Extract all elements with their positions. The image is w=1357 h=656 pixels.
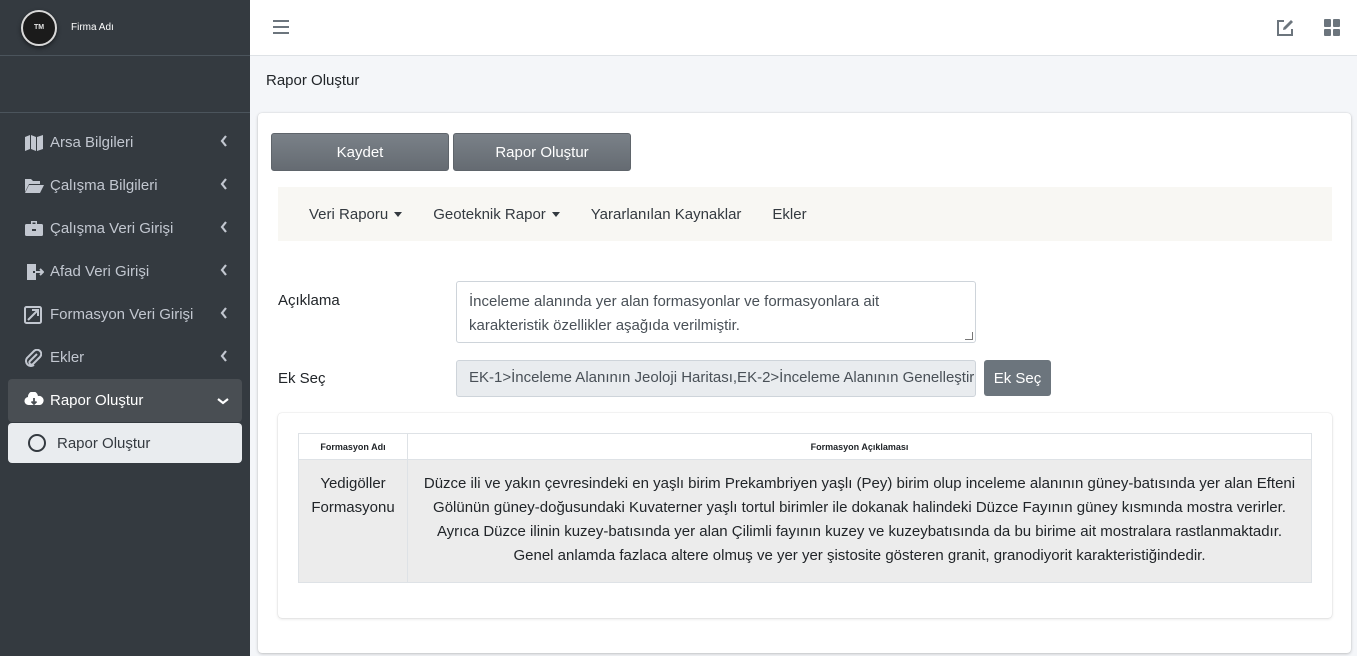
sidebar-item-formasyon-veri-girisi[interactable]: Formasyon Veri Girişi	[8, 293, 242, 336]
sidebar: TM Firma Adı Arsa Bilgileri Çalışma Bilg…	[0, 0, 250, 656]
sidebar-item-label: Afad Veri Girişi	[50, 263, 150, 280]
sidebar-item-label: Formasyon Veri Girişi	[50, 306, 194, 323]
sidebar-item-label: Ekler	[50, 349, 85, 366]
caret-down-icon	[394, 211, 403, 217]
sidebar-item-label: Çalışma Veri Girişi	[50, 220, 174, 237]
sidebar-item-calisma-veri-girisi[interactable]: Çalışma Veri Girişi	[8, 207, 242, 250]
attachment-input[interactable]: EK-1>İnceleme Alanının Jeoloji Haritası,…	[456, 360, 976, 397]
description-text: İnceleme alanında yer alan formasyonlar …	[469, 293, 880, 334]
briefcase-icon	[24, 220, 46, 238]
select-attachment-button[interactable]: Ek Seç	[984, 360, 1051, 396]
paperclip-icon	[24, 348, 46, 367]
sidebar-nav: Arsa Bilgileri Çalışma Bilgileri Çalışma…	[0, 113, 250, 463]
column-header-description: Formasyon Açıklaması	[407, 433, 1312, 460]
chevron-left-icon	[220, 307, 227, 319]
edit-icon[interactable]	[1275, 18, 1295, 38]
create-report-button[interactable]: Rapor Oluştur	[453, 133, 631, 171]
circle-icon	[28, 434, 46, 452]
folder-open-icon	[24, 177, 46, 195]
sidebar-subitem-rapor-olustur[interactable]: Rapor Oluştur	[8, 423, 242, 463]
sidebar-item-afad-veri-girisi[interactable]: Afad Veri Girişi	[8, 250, 242, 293]
brand-logo: TM	[21, 9, 57, 46]
attachment-label: Ek Seç	[278, 370, 326, 387]
chevron-left-icon	[220, 178, 227, 190]
brand[interactable]: TM Firma Adı	[0, 0, 250, 56]
grid-icon[interactable]	[1324, 19, 1341, 36]
user-panel	[0, 56, 250, 113]
column-header-name: Formasyon Adı	[298, 433, 408, 460]
tab-yararlanilan-kaynaklar[interactable]: Yararlanılan Kaynaklar	[591, 206, 742, 223]
save-button[interactable]: Kaydet	[271, 133, 449, 171]
caret-down-icon	[551, 211, 560, 217]
formation-table: Formasyon Adı Formasyon Açıklaması Yedig…	[298, 433, 1312, 583]
table-header-row: Formasyon Adı Formasyon Açıklaması	[298, 433, 1312, 460]
sign-in-icon	[24, 263, 46, 281]
report-tabs: Veri Raporu Geoteknik Rapor Yararlanılan…	[278, 187, 1332, 241]
sidebar-item-ekler[interactable]: Ekler	[8, 336, 242, 379]
sidebar-item-label: Çalışma Bilgileri	[50, 177, 158, 194]
chevron-left-icon	[220, 350, 227, 362]
sidebar-item-calisma-bilgileri[interactable]: Çalışma Bilgileri	[8, 164, 242, 207]
sidebar-item-arsa-bilgileri[interactable]: Arsa Bilgileri	[8, 121, 242, 164]
tab-geoteknik-rapor[interactable]: Geoteknik Rapor	[433, 206, 560, 223]
formation-description-cell: Düzce ili ve yakın çevresindeki en yaşlı…	[407, 459, 1312, 583]
description-textarea[interactable]: İnceleme alanında yer alan formasyonlar …	[456, 281, 976, 343]
brand-name: Firma Adı	[71, 22, 114, 33]
menu-toggle-icon[interactable]	[273, 20, 289, 34]
page-title: Rapor Oluştur	[266, 72, 360, 89]
tab-veri-raporu[interactable]: Veri Raporu	[309, 205, 403, 223]
sidebar-item-rapor-olustur[interactable]: Rapor Oluştur	[8, 379, 242, 422]
tab-label: Geoteknik Rapor	[433, 205, 546, 223]
formation-name-cell: Yedigöller Formasyonu	[298, 459, 408, 583]
sidebar-item-label: Rapor Oluştur	[50, 392, 144, 409]
resize-handle[interactable]	[965, 332, 973, 340]
chevron-down-icon	[217, 398, 229, 405]
chevron-left-icon	[220, 264, 227, 276]
chevron-left-icon	[220, 135, 227, 147]
topbar	[250, 0, 1357, 56]
sidebar-subitem-label: Rapor Oluştur	[57, 434, 151, 452]
tab-ekler[interactable]: Ekler	[772, 206, 806, 223]
main-card: Kaydet Rapor Oluştur Veri Raporu Geotekn…	[258, 113, 1351, 653]
table-row[interactable]: Yedigöller Formasyonu Düzce ili ve yakın…	[298, 459, 1312, 583]
sidebar-item-label: Arsa Bilgileri	[50, 134, 134, 151]
tab-label: Veri Raporu	[309, 205, 389, 223]
brand-logo-text: TM	[33, 24, 45, 31]
tab-label: Ekler	[772, 205, 807, 223]
chevron-left-icon	[220, 221, 227, 233]
map-icon	[24, 134, 46, 152]
image-icon	[24, 305, 46, 324]
cloud-download-icon	[24, 392, 46, 410]
formation-card: Formasyon Adı Formasyon Açıklaması Yedig…	[278, 413, 1332, 618]
tab-label: Yararlanılan Kaynaklar	[590, 205, 742, 223]
description-label: Açıklama	[278, 292, 340, 309]
